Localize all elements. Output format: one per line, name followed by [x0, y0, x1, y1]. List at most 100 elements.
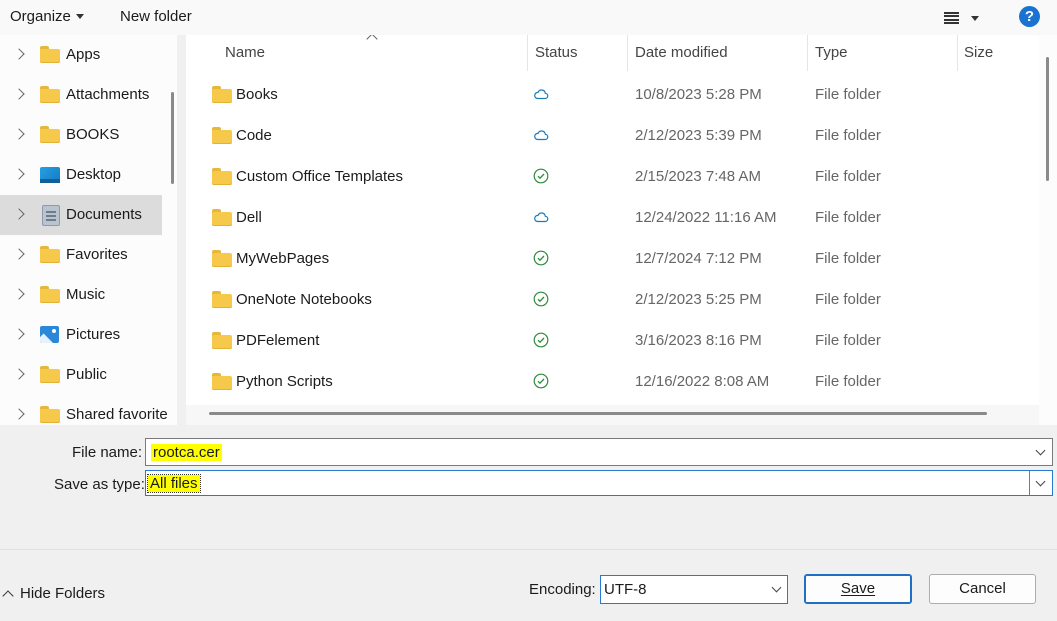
- table-row[interactable]: MyWebPages 12/7/2024 7:12 PM File folder: [186, 238, 1039, 279]
- chevron-right-icon[interactable]: [13, 88, 25, 100]
- dropdown-divider: [1029, 471, 1030, 495]
- save-button[interactable]: Save: [804, 574, 912, 604]
- column-separator[interactable]: [807, 35, 808, 71]
- help-button[interactable]: ?: [1019, 6, 1040, 27]
- view-options-button[interactable]: [944, 9, 986, 27]
- file-name-cell: PDFelement: [236, 332, 320, 349]
- column-header-status[interactable]: Status: [535, 44, 578, 61]
- folder-icon: [40, 46, 60, 63]
- sidebar-item-shared-favorite[interactable]: Shared favorite: [0, 395, 168, 425]
- column-header-date-modified[interactable]: Date modified: [635, 44, 728, 61]
- column-header-row: Name Status Date modified Type Size: [186, 35, 1039, 71]
- chevron-down-icon: [771, 582, 782, 593]
- sidebar-item-public[interactable]: Public: [0, 355, 162, 395]
- table-row[interactable]: OneNote Notebooks 2/12/2023 5:25 PM File f…: [186, 279, 1039, 320]
- organize-label: Organize: [10, 8, 71, 25]
- encoding-select[interactable]: UTF-8: [600, 575, 788, 604]
- chevron-right-icon[interactable]: [13, 408, 25, 420]
- nav-scroll-thumb[interactable]: [171, 92, 174, 184]
- file-name-cell: MyWebPages: [236, 250, 330, 267]
- type-cell: File folder: [815, 250, 881, 267]
- sidebar-item-music[interactable]: Music: [0, 275, 162, 315]
- date-modified-cell: 2/12/2023 5:39 PM: [635, 127, 762, 144]
- table-row[interactable]: Custom Office Templates 2/15/2023 7:48 AM…: [186, 156, 1039, 197]
- table-row[interactable]: Code 2/12/2023 5:39 PM File folder: [186, 115, 1039, 156]
- sidebar-item-favorites[interactable]: Favorites: [0, 235, 162, 275]
- folder-icon: [212, 291, 232, 308]
- table-row[interactable]: Books 10/8/2023 5:28 PM File folder: [186, 74, 1039, 115]
- chevron-right-icon[interactable]: [13, 248, 25, 260]
- cloud-status-icon: [533, 86, 549, 102]
- sidebar-item-pictures[interactable]: Pictures: [0, 315, 162, 355]
- chevron-down-icon[interactable]: [1035, 445, 1046, 456]
- sidebar-item-label: Shared favorite: [66, 406, 168, 423]
- type-cell: File folder: [815, 291, 881, 308]
- vertical-scroll-thumb[interactable]: [1046, 57, 1049, 181]
- folder-icon: [40, 366, 60, 383]
- folder-icon: [40, 286, 60, 303]
- sidebar-item-apps[interactable]: Apps: [0, 35, 162, 75]
- sort-ascending-icon: [366, 35, 378, 45]
- cancel-button-label: Cancel: [959, 580, 1006, 597]
- folder-icon: [40, 126, 60, 143]
- column-separator[interactable]: [527, 35, 528, 71]
- horizontal-scroll-thumb[interactable]: [209, 412, 987, 415]
- table-row[interactable]: Python Scripts 12/16/2022 8:08 AM File fol…: [186, 361, 1039, 402]
- new-folder-button[interactable]: New folder: [120, 8, 192, 25]
- date-modified-cell: 12/7/2024 7:12 PM: [635, 250, 762, 267]
- synced-check-icon: [533, 373, 549, 389]
- folder-icon: [40, 406, 60, 423]
- toolbar: Organize New folder ?: [0, 0, 1057, 35]
- column-header-name[interactable]: Name: [225, 44, 265, 61]
- chevron-right-icon[interactable]: [13, 168, 25, 180]
- table-row[interactable]: Dell 12/24/2022 11:16 AM File folder: [186, 197, 1039, 238]
- column-header-type[interactable]: Type: [815, 44, 848, 61]
- date-modified-cell: 3/16/2023 8:16 PM: [635, 332, 762, 349]
- synced-check-icon: [533, 250, 549, 266]
- file-name-cell: Dell: [236, 209, 262, 226]
- column-separator[interactable]: [627, 35, 628, 71]
- save-button-label: Save: [840, 580, 876, 597]
- chevron-right-icon[interactable]: [13, 48, 25, 60]
- encoding-label: Encoding:: [529, 581, 596, 598]
- caret-down-icon: [75, 14, 84, 19]
- cancel-button[interactable]: Cancel: [929, 574, 1036, 604]
- date-modified-cell: 12/16/2022 8:08 AM: [635, 373, 770, 390]
- column-header-size[interactable]: Size: [964, 44, 993, 61]
- hide-folders-button[interactable]: Hide Folders: [2, 585, 105, 602]
- date-modified-cell: 2/12/2023 5:25 PM: [635, 291, 762, 308]
- type-cell: File folder: [815, 168, 881, 185]
- sidebar-item-label: Pictures: [66, 326, 121, 343]
- chevron-right-icon[interactable]: [13, 368, 25, 380]
- folder-icon: [212, 373, 232, 390]
- caret-down-icon: [971, 15, 979, 21]
- chevron-right-icon[interactable]: [13, 328, 25, 340]
- column-separator[interactable]: [957, 35, 958, 71]
- type-cell: File folder: [815, 332, 881, 349]
- save-as-type-select[interactable]: All files: [145, 470, 1053, 496]
- file-name-combobox[interactable]: rootca.cer: [145, 438, 1053, 466]
- table-row[interactable]: PDFelement 3/16/2023 8:16 PM File folder: [186, 320, 1039, 361]
- chevron-down-icon[interactable]: [1035, 476, 1046, 487]
- file-name-cell: Custom Office Templates: [236, 168, 404, 185]
- navigation-pane: Apps Attachments BOOKS Desktop Documents Favo…: [0, 35, 177, 425]
- chevron-right-icon[interactable]: [13, 288, 25, 300]
- file-name-cell: OneNote Notebooks: [236, 291, 372, 308]
- sidebar-item-books[interactable]: BOOKS: [0, 115, 162, 155]
- sidebar-item-label: Desktop: [66, 166, 122, 183]
- chevron-right-icon[interactable]: [13, 128, 25, 140]
- pictures-icon: [40, 326, 59, 343]
- sidebar-item-desktop[interactable]: Desktop: [0, 155, 162, 195]
- desktop-icon: [40, 166, 60, 183]
- sidebar-item-documents[interactable]: Documents: [0, 195, 162, 235]
- folder-icon: [212, 209, 232, 226]
- chevron-right-icon[interactable]: [13, 208, 25, 220]
- folder-icon: [212, 168, 232, 185]
- footer-divider: [0, 549, 1057, 550]
- file-name-value: rootca.cer: [151, 444, 222, 461]
- organize-button[interactable]: Organize: [10, 8, 84, 25]
- horizontal-scrollbar[interactable]: [186, 405, 1039, 425]
- cloud-status-icon: [533, 127, 549, 143]
- type-cell: File folder: [815, 373, 881, 390]
- sidebar-item-attachments[interactable]: Attachments: [0, 75, 162, 115]
